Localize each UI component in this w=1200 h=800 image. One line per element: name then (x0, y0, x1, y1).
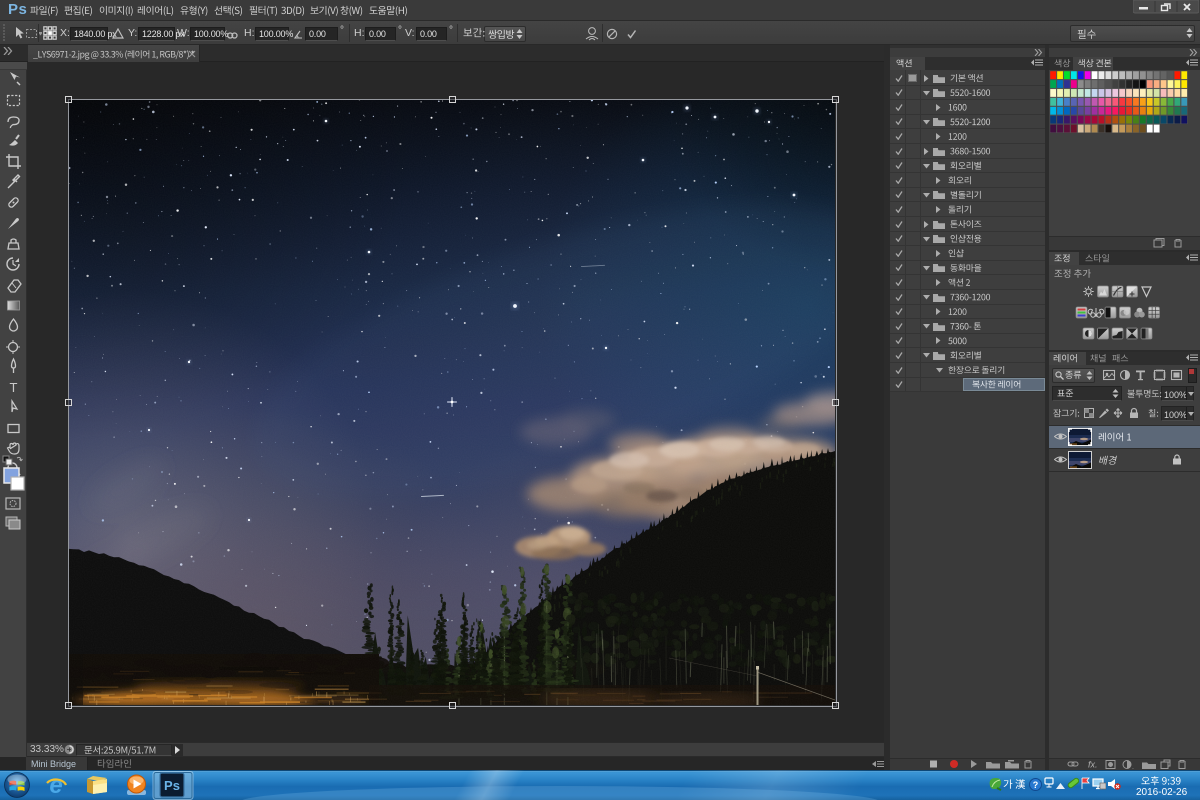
svg-text:T: T (10, 380, 18, 395)
svg-text:fx.: fx. (1088, 760, 1098, 770)
svg-text:?: ? (1033, 780, 1039, 790)
svg-text:e: e (49, 772, 62, 799)
svg-text:Ps: Ps (164, 778, 180, 793)
